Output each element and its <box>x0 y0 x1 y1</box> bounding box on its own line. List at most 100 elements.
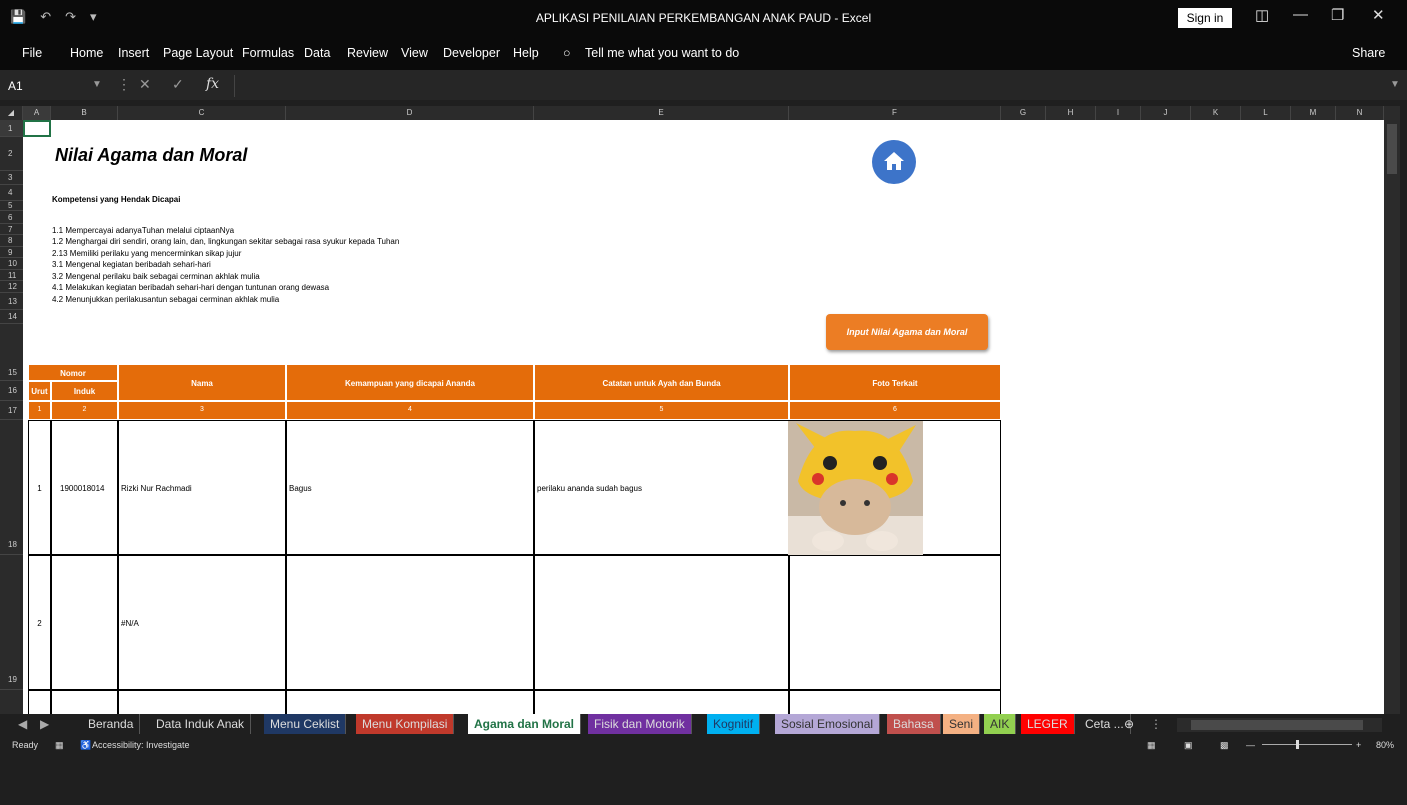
cell-urut[interactable] <box>28 690 51 714</box>
formula-input[interactable] <box>234 75 1384 97</box>
column-header[interactable]: N <box>1336 106 1384 120</box>
tab-beranda[interactable]: Beranda <box>82 714 141 734</box>
tab-kognitif[interactable]: Kognitif <box>707 714 761 734</box>
restore-icon[interactable]: ❐ <box>1331 6 1344 24</box>
tab-fisik-dan-motorik[interactable]: Fisik dan Motorik <box>588 714 692 734</box>
menu-home[interactable]: Home <box>70 46 103 60</box>
cell-induk[interactable] <box>51 555 118 690</box>
worksheet-grid[interactable]: Nilai Agama dan Moral Kompetensi yang He… <box>23 120 1384 714</box>
row-header[interactable]: 12 <box>0 281 23 293</box>
cell-kemampuan[interactable] <box>286 690 534 714</box>
row-header[interactable]: 19 <box>0 555 23 690</box>
cell-nama[interactable]: #N/A <box>118 555 286 690</box>
page-break-icon[interactable]: ▩ <box>1220 740 1229 751</box>
zoom-in-icon[interactable]: + <box>1356 740 1361 750</box>
cell-catatan[interactable] <box>534 690 789 714</box>
cell-catatan[interactable] <box>534 555 789 690</box>
column-header[interactable]: B <box>51 106 118 120</box>
menu-data[interactable]: Data <box>304 46 330 60</box>
row-header[interactable]: 13 <box>0 293 23 310</box>
zoom-slider-thumb[interactable] <box>1296 740 1299 749</box>
cell-kemampuan[interactable] <box>286 555 534 690</box>
row-header[interactable]: 6 <box>0 211 23 224</box>
tab-sosial-emosional[interactable]: Sosial Emosional <box>775 714 881 734</box>
row-header[interactable]: 14 <box>0 310 23 324</box>
tab-seni[interactable]: Seni <box>943 714 981 734</box>
row-header[interactable]: 9 <box>0 247 23 258</box>
tab-data-induk-anak[interactable]: Data Induk Anak <box>150 714 252 734</box>
tab-leger[interactable]: LEGER <box>1021 714 1075 734</box>
more-icon[interactable]: ⋮ <box>117 76 131 93</box>
accessibility-status[interactable]: Accessibility: Investigate <box>92 740 190 750</box>
cell-foto[interactable] <box>789 690 1001 714</box>
cell-nama[interactable]: Rizki Nur Rachmadi <box>118 420 286 555</box>
row-header[interactable]: 17 <box>0 401 23 420</box>
vertical-scroll-thumb[interactable] <box>1387 124 1397 174</box>
column-header[interactable]: A <box>23 106 51 120</box>
menu-review[interactable]: Review <box>347 46 388 60</box>
row-header[interactable]: 7 <box>0 224 23 235</box>
tab-menu-ceklist[interactable]: Menu Ceklist <box>264 714 347 734</box>
name-box-dropdown-icon[interactable]: ▼ <box>92 79 102 90</box>
tab-bahasa[interactable]: Bahasa <box>887 714 941 734</box>
column-header[interactable]: G <box>1001 106 1046 120</box>
vertical-scrollbar[interactable] <box>1384 106 1400 714</box>
menu-file[interactable]: File <box>22 46 42 60</box>
column-header[interactable]: J <box>1141 106 1191 120</box>
cancel-icon[interactable]: ✕ <box>139 76 151 93</box>
row-header[interactable]: 16 <box>0 381 23 401</box>
menu-formulas[interactable]: Formulas <box>242 46 294 60</box>
menu-developer[interactable]: Developer <box>443 46 500 60</box>
macro-record-icon[interactable]: ▦ <box>55 740 64 751</box>
column-header[interactable]: C <box>118 106 286 120</box>
lightbulb-icon[interactable]: ○ <box>563 46 571 60</box>
cell-nama[interactable] <box>118 690 286 714</box>
minimize-icon[interactable]: — <box>1293 6 1308 23</box>
input-nilai-button[interactable]: Input Nilai Agama dan Moral <box>826 314 988 350</box>
add-sheet-icon[interactable]: ⊕ <box>1118 714 1140 734</box>
zoom-slider-track[interactable] <box>1262 744 1352 745</box>
cell-kemampuan[interactable]: Bagus <box>286 420 534 555</box>
tell-me-search[interactable]: Tell me what you want to do <box>585 46 739 60</box>
row-header[interactable]: 5 <box>0 201 23 211</box>
page-layout-icon[interactable]: ▣ <box>1184 740 1193 751</box>
ribbon-display-icon[interactable]: ◫ <box>1255 6 1269 24</box>
expand-formula-icon[interactable]: ▼ <box>1390 79 1400 90</box>
menu-help[interactable]: Help <box>513 46 539 60</box>
column-header[interactable]: L <box>1241 106 1291 120</box>
share-button[interactable]: Share <box>1352 46 1385 60</box>
row-header[interactable]: 8 <box>0 235 23 247</box>
student-photo[interactable] <box>788 421 923 556</box>
cell-urut[interactable]: 2 <box>28 555 51 690</box>
menu-view[interactable]: View <box>401 46 428 60</box>
insert-function-icon[interactable]: fx <box>206 76 219 92</box>
cell-foto[interactable] <box>789 555 1001 690</box>
column-header[interactable]: F <box>789 106 1001 120</box>
more-icon[interactable]: ⋮ <box>1144 714 1168 734</box>
menu-page-layout[interactable]: Page Layout <box>163 46 233 60</box>
column-header[interactable]: E <box>534 106 789 120</box>
row-header[interactable]: 3 <box>0 171 23 185</box>
active-cell-a1[interactable] <box>23 120 51 137</box>
menu-insert[interactable]: Insert <box>118 46 149 60</box>
row-header[interactable]: 4 <box>0 185 23 201</box>
column-header[interactable]: M <box>1291 106 1336 120</box>
sign-in-button[interactable]: Sign in <box>1178 8 1232 28</box>
horizontal-scrollbar[interactable] <box>1177 718 1382 732</box>
zoom-out-icon[interactable]: — <box>1246 740 1255 750</box>
select-all-corner[interactable]: ◢ <box>0 106 23 120</box>
column-header[interactable]: D <box>286 106 534 120</box>
cell-induk[interactable]: 1900018014 <box>51 420 118 555</box>
tab-agama-dan-moral[interactable]: Agama dan Moral <box>468 714 582 734</box>
tab-scroll-right-icon[interactable]: ▶ <box>34 714 55 734</box>
tab-menu-kompilasi[interactable]: Menu Kompilasi <box>356 714 455 734</box>
zoom-level[interactable]: 80% <box>1376 740 1394 750</box>
tab-aik[interactable]: AIK <box>984 714 1017 734</box>
close-icon[interactable]: ✕ <box>1372 6 1385 24</box>
row-header[interactable]: 11 <box>0 270 23 281</box>
cell-induk[interactable] <box>51 690 118 714</box>
row-header[interactable]: 10 <box>0 258 23 270</box>
column-header[interactable]: H <box>1046 106 1096 120</box>
column-header[interactable]: I <box>1096 106 1141 120</box>
horizontal-scroll-thumb[interactable] <box>1191 720 1363 730</box>
